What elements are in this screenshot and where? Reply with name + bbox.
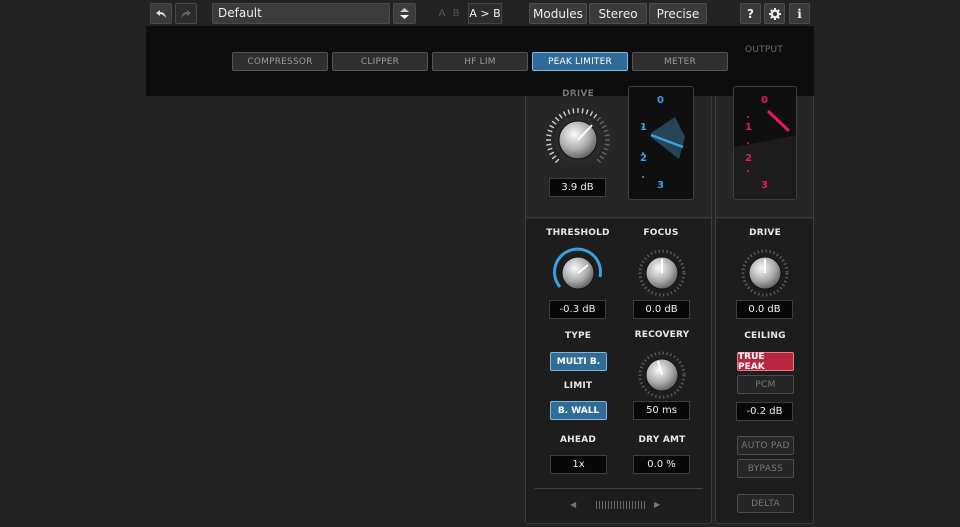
redo-button[interactable] — [175, 3, 197, 24]
pcm-button[interactable]: PCM — [737, 375, 794, 394]
modules-button[interactable]: Modules — [529, 3, 587, 24]
limit-label: LIMIT — [563, 381, 593, 391]
type-label: TYPE — [564, 331, 592, 341]
stereo-button[interactable]: Stereo — [589, 3, 647, 24]
limiter-bottom-divider — [535, 488, 703, 489]
help-button[interactable]: ? — [740, 3, 761, 24]
precise-button[interactable]: Precise — [649, 3, 707, 24]
focus-value[interactable]: 0.0 dB — [633, 300, 690, 319]
output-meter-3: 3 — [761, 180, 768, 191]
true-peak-button[interactable]: TRUE PEAK — [737, 352, 794, 372]
focus-label: FOCUS — [643, 228, 679, 238]
output-drive-value[interactable]: 0.0 dB — [736, 300, 793, 319]
output-meter-0: 0 — [761, 95, 768, 106]
module-tab-peak-limiter[interactable]: PEAK LIMITER — [532, 52, 628, 71]
dry-amt-value[interactable]: 0.0 % — [633, 455, 690, 474]
ab-copy-button[interactable]: A > B — [468, 3, 502, 24]
ab-b-button[interactable]: B — [450, 3, 462, 24]
limiter-meter-0: 0 — [657, 95, 664, 106]
limiter-divider — [526, 217, 711, 218]
ceiling-label: CEILING — [744, 331, 786, 341]
output-meter-1: 1 — [745, 122, 752, 133]
output-divider — [716, 217, 813, 218]
info-button[interactable]: i — [789, 3, 810, 24]
limiter-meter-3: 3 — [657, 180, 664, 191]
scroll-left-arrow[interactable]: ◀ — [570, 500, 576, 509]
preset-arrows[interactable] — [393, 3, 416, 24]
module-tab-hf-lim[interactable]: HF LIM — [432, 52, 528, 71]
threshold-label: THRESHOLD — [546, 228, 610, 238]
undo-icon — [156, 9, 166, 18]
delta-button[interactable]: DELTA — [737, 494, 794, 513]
type-button[interactable]: MULTI B. — [550, 352, 607, 371]
output-meter: 0 1 2 3 — [733, 86, 797, 200]
scroll-grip[interactable] — [596, 501, 646, 509]
limit-button[interactable]: B. WALL — [550, 401, 607, 420]
threshold-value[interactable]: -0.3 dB — [549, 300, 606, 319]
output-drive-knob[interactable] — [737, 245, 793, 301]
limiter-drive-label: DRIVE — [562, 89, 594, 99]
ceiling-value[interactable]: -0.2 dB — [736, 402, 793, 421]
limiter-meter-2: 2 — [640, 153, 647, 164]
focus-knob[interactable] — [634, 245, 690, 301]
scroll-right-arrow[interactable]: ▶ — [654, 500, 660, 509]
recovery-knob[interactable] — [634, 347, 690, 403]
limiter-drive-knob[interactable] — [543, 105, 613, 175]
output-drive-label: DRIVE — [749, 228, 781, 238]
module-tab-compressor[interactable]: COMPRESSOR — [232, 52, 328, 71]
output-meter-2: 2 — [745, 153, 752, 164]
dry-amt-label: DRY AMT — [638, 435, 686, 445]
threshold-knob[interactable] — [550, 245, 606, 301]
ab-a-button[interactable]: A — [436, 3, 448, 24]
preset-arrows-icon — [400, 8, 409, 19]
bypass-button[interactable]: BYPASS — [737, 459, 794, 478]
limiter-meter-1: 1 — [640, 122, 647, 133]
recovery-value[interactable]: 50 ms — [633, 401, 690, 420]
undo-button[interactable] — [150, 3, 172, 24]
preset-selector[interactable]: Default — [212, 3, 390, 24]
ahead-value[interactable]: 1x — [550, 455, 607, 474]
limiter-drive-value[interactable]: 3.9 dB — [549, 178, 606, 197]
redo-icon — [181, 9, 191, 18]
recovery-label: RECOVERY — [634, 330, 690, 340]
gear-icon — [768, 7, 781, 20]
module-tab-meter[interactable]: METER — [632, 52, 728, 71]
output-title: OUTPUT — [745, 45, 783, 55]
ahead-label: AHEAD — [559, 435, 597, 445]
module-tab-clipper[interactable]: CLIPPER — [332, 52, 428, 71]
auto-pad-button[interactable]: AUTO PAD — [737, 436, 794, 455]
settings-button[interactable] — [764, 3, 785, 24]
limiter-gain-meter: 0 1 2 3 — [628, 86, 694, 200]
